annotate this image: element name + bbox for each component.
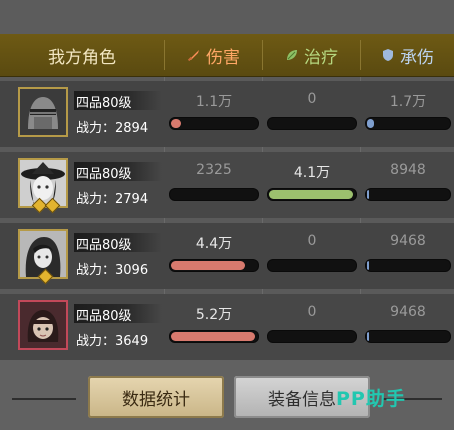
header-tank-label: 承伤	[400, 47, 434, 68]
hero-portrait[interactable]	[18, 87, 68, 137]
heal-bar	[267, 330, 357, 343]
heal-bar	[267, 188, 357, 201]
tank-bar	[365, 330, 451, 343]
tank-bar	[365, 259, 451, 272]
tank-bar-fill	[367, 119, 374, 128]
heal-bar	[267, 117, 357, 130]
top-strip	[0, 0, 454, 34]
shield-icon	[383, 49, 393, 61]
hero-row[interactable]: 四品80级 战力：2894 1.1万 0 1.7万	[0, 81, 454, 147]
helmet-knight-portrait	[20, 89, 66, 135]
header-team-label: 我方角色	[48, 47, 116, 68]
star-icon	[44, 197, 61, 214]
heal-value: 0	[307, 233, 317, 249]
hero-power: 战力：2794	[76, 192, 149, 207]
footer-divider	[12, 398, 76, 400]
hero-portrait[interactable]	[18, 300, 68, 350]
hero-power: 战力：3096	[76, 263, 149, 278]
header-heal-label: 治疗	[304, 47, 338, 68]
damage-bar	[169, 117, 259, 130]
header-heal: 治疗	[263, 34, 360, 76]
hero-power: 战力：2894	[76, 121, 149, 136]
tank-bar-fill	[367, 190, 370, 199]
watermark: PP助手	[336, 388, 406, 410]
stats-button[interactable]: 数据统计	[88, 376, 224, 418]
damage-bar-fill	[171, 261, 245, 270]
heal-value: 4.1万	[293, 165, 331, 181]
damage-bar-fill	[171, 119, 182, 128]
damage-value: 4.4万	[195, 236, 233, 252]
heal-bar-fill	[269, 190, 354, 199]
star-rating	[31, 197, 61, 214]
leaf-icon	[287, 50, 297, 60]
tank-value: 9468	[390, 304, 426, 320]
tank-bar	[365, 117, 451, 130]
damage-value: 2325	[196, 162, 232, 178]
hero-rank: 四品80级	[76, 309, 132, 324]
tank-value: 1.7万	[389, 94, 427, 110]
heal-value: 0	[307, 304, 317, 320]
damage-value: 5.2万	[195, 307, 233, 323]
bob-hair-girl-portrait	[20, 302, 66, 348]
hero-row[interactable]: 四品80级 战力：2794 2325 4.1万 8948	[0, 152, 454, 218]
header-tank: 承伤	[361, 34, 454, 76]
tank-value: 8948	[390, 162, 426, 178]
tank-bar-fill	[367, 261, 370, 270]
hero-power: 战力：3649	[76, 334, 149, 349]
damage-bar	[169, 330, 259, 343]
hero-rank: 四品80级	[76, 96, 132, 111]
tank-bar-fill	[367, 332, 370, 341]
hero-rank: 四品80级	[76, 238, 132, 253]
tank-value: 9468	[390, 233, 426, 249]
tank-bar	[365, 188, 451, 201]
damage-value: 1.1万	[195, 94, 233, 110]
stats-table: 四品80级 战力：2894 1.1万 0 1.7万 四品80级 战力：2794 …	[0, 77, 454, 360]
damage-bar	[169, 188, 259, 201]
star-icon	[37, 268, 54, 285]
header-damage-label: 伤害	[206, 47, 240, 68]
hero-rank: 四品80级	[76, 167, 132, 182]
table-header: 我方角色 伤害 治疗 承伤	[0, 34, 454, 77]
header-damage: 伤害	[165, 34, 262, 76]
sword-icon	[187, 50, 199, 62]
header-team: 我方角色	[0, 34, 164, 76]
hero-row[interactable]: 四品80级 战力：3649 5.2万 0 9468	[0, 294, 454, 360]
heal-bar	[267, 259, 357, 272]
damage-bar	[169, 259, 259, 272]
damage-bar-fill	[171, 332, 256, 341]
hero-row[interactable]: 四品80级 战力：3096 4.4万 0 9468	[0, 223, 454, 289]
heal-value: 0	[307, 91, 317, 107]
star-rating	[37, 268, 54, 285]
